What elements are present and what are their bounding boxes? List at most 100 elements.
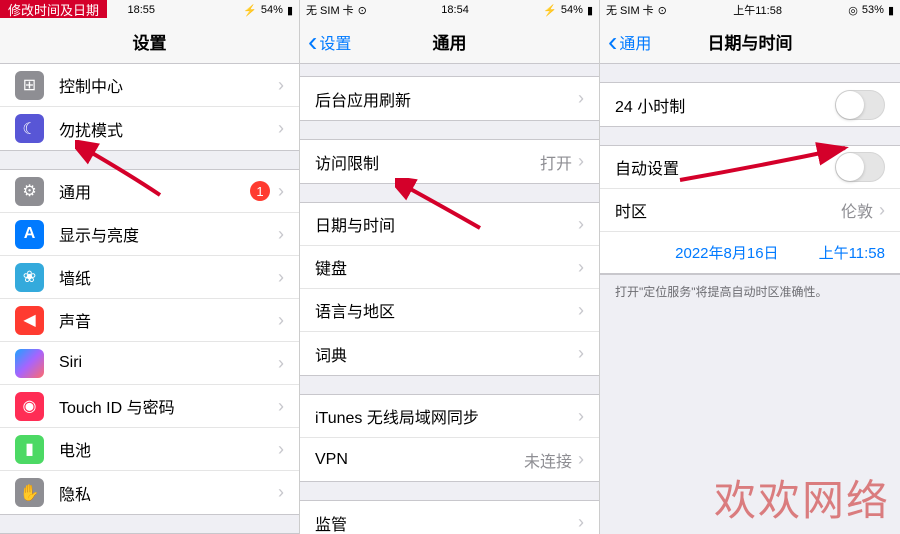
row-label: 词典 [315,342,578,366]
row-supervision[interactable]: 监管 › [300,501,599,534]
group-datetime: 日期与时间 › 键盘 › 语言与地区 › 词典 › [300,202,599,376]
group-auto: 自动设置 时区 伦敦 › 2022年8月16日 上午11:58 [600,145,900,275]
row-sound[interactable]: ◀ 声音 › [0,299,299,342]
row-24h[interactable]: 24 小时制 [600,83,900,126]
row-label: Touch ID 与密码 [59,394,278,418]
dnd-icon: ☾ [15,114,44,143]
chevron-icon: › [278,396,284,417]
status-battery: ⚡ 54% ▮ [543,4,593,17]
toggle-24h[interactable] [835,90,885,120]
group-sync: iTunes 无线局域网同步 › VPN 未连接 › [300,394,599,482]
chevron-icon: › [278,310,284,331]
battery-icon: ▮ [15,435,44,464]
row-label: iTunes 无线局域网同步 [315,404,578,428]
row-label: 自动设置 [615,155,835,179]
screen-settings: 修改时间及日期 ●●●●● 18:55 ⚡ 54% ▮ 设置 ⊞ 控制中心 › … [0,0,300,534]
group-bg: 后台应用刷新 › [300,76,599,121]
privacy-icon: ✋ [15,478,44,507]
chevron-icon: › [278,267,284,288]
group-restrictions: 访问限制 打开 › [300,139,599,184]
chevron-icon: › [578,257,584,278]
chevron-icon: › [278,353,284,374]
status-battery: ◎ 53% ▮ [848,4,894,17]
chevron-icon: › [278,224,284,245]
row-auto-set[interactable]: 自动设置 [600,146,900,189]
chevron-icon: › [278,181,284,202]
chevron-icon: › [578,343,584,364]
row-label: 显示与亮度 [59,222,278,246]
row-detail: 未连接 [524,448,572,472]
row-label: 访问限制 [315,150,540,174]
chevron-icon: › [578,449,584,470]
control-center-icon: ⊞ [15,71,44,100]
status-time: 18:55 [127,4,155,16]
row-label: Siri [59,354,278,372]
touchid-icon: ◉ [15,392,44,421]
row-general[interactable]: ⚙ 通用 1 › [0,170,299,213]
chevron-icon: › [278,75,284,96]
row-restrictions[interactable]: 访问限制 打开 › [300,140,599,183]
status-bar: 无 SIM 卡 ⊙ 18:54 ⚡ 54% ▮ [300,0,599,20]
row-timezone[interactable]: 时区 伦敦 › [600,189,900,232]
nav-title: 日期与时间 [708,29,793,54]
row-label: 声音 [59,308,278,332]
siri-icon [15,349,44,378]
nav-title: 设置 [133,29,167,54]
chevron-icon: › [578,512,584,533]
row-privacy[interactable]: ✋ 隐私 › [0,471,299,514]
nav-bar: 设置 [0,20,299,64]
current-time: 上午11:58 [819,242,885,263]
display-icon: A [15,220,44,249]
row-vpn[interactable]: VPN 未连接 › [300,438,599,481]
row-datetime[interactable]: 日期与时间 › [300,203,599,246]
row-display[interactable]: A 显示与亮度 › [0,213,299,256]
row-control-center[interactable]: ⊞ 控制中心 › [0,64,299,107]
row-label: 后台应用刷新 [315,87,578,111]
row-language[interactable]: 语言与地区 › [300,289,599,332]
badge: 1 [250,181,270,201]
chevron-icon: › [278,439,284,460]
chevron-icon: › [879,200,885,221]
row-wallpaper[interactable]: ❀ 墙纸 › [0,256,299,299]
row-label: 勿扰模式 [59,117,278,141]
row-battery[interactable]: ▮ 电池 › [0,428,299,471]
toggle-auto[interactable] [835,152,885,182]
status-carrier: 无 SIM 卡 ⊙ [306,2,367,18]
screen-datetime: 无 SIM 卡 ⊙ 上午11:58 ◎ 53% ▮ 通用 日期与时间 24 小时… [600,0,900,534]
row-current-datetime[interactable]: 2022年8月16日 上午11:58 [600,232,900,274]
status-time: 上午11:58 [733,2,782,18]
row-bg-refresh[interactable]: 后台应用刷新 › [300,77,599,120]
row-itunes-sync[interactable]: iTunes 无线局域网同步 › [300,395,599,438]
chevron-icon: › [578,214,584,235]
back-button[interactable]: 设置 [308,30,351,54]
nav-title: 通用 [433,29,467,54]
banner: 修改时间及日期 [0,0,107,18]
row-label: 隐私 [59,481,278,505]
row-keyboard[interactable]: 键盘 › [300,246,599,289]
group-supervision: 监管 › [300,500,599,534]
nav-bar: 通用 日期与时间 [600,20,900,64]
row-dictionary[interactable]: 词典 › [300,332,599,375]
group-general: ⚙ 通用 1 › A 显示与亮度 › ❀ 墙纸 › ◀ 声音 › [0,169,299,515]
chevron-icon: › [278,118,284,139]
row-detail: 打开 [540,150,572,174]
group-24h: 24 小时制 [600,82,900,127]
row-label: 墙纸 [59,265,278,289]
status-battery: ⚡ 54% ▮ [243,4,293,17]
chevron-icon: › [578,88,584,109]
chevron-icon: › [578,300,584,321]
status-time: 18:54 [441,4,469,16]
row-label: 控制中心 [59,73,278,97]
status-bar: 无 SIM 卡 ⊙ 上午11:58 ◎ 53% ▮ [600,0,900,20]
nav-bar: 设置 通用 [300,20,599,64]
row-label: 日期与时间 [315,212,578,236]
row-label: 电池 [59,437,278,461]
back-button[interactable]: 通用 [608,30,651,54]
screen-general: 无 SIM 卡 ⊙ 18:54 ⚡ 54% ▮ 设置 通用 后台应用刷新 › 访… [300,0,600,534]
general-icon: ⚙ [15,177,44,206]
row-label: 时区 [615,198,841,222]
row-dnd[interactable]: ☾ 勿扰模式 › [0,107,299,150]
row-siri[interactable]: Siri › [0,342,299,385]
chevron-icon: › [578,406,584,427]
row-touchid[interactable]: ◉ Touch ID 与密码 › [0,385,299,428]
